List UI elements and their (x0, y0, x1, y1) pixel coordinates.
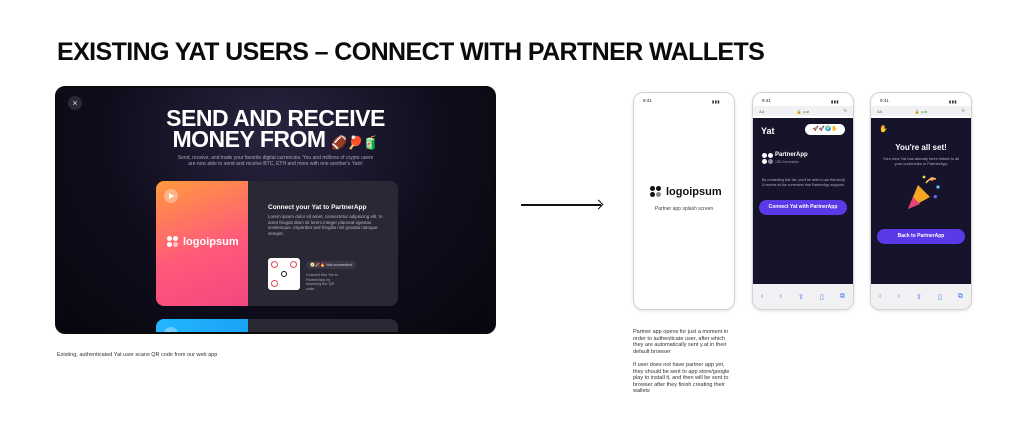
connect-yat-button[interactable]: Connect Yat with PartnerApp (759, 200, 847, 215)
splash-label: Partner app splash screen (654, 206, 714, 212)
phone-connect: 9:41 ▮▮▮ AA 🔒 y.at ↻ Yat 🚀🚀🌍✋ PartnerApp… (752, 92, 854, 310)
status-time: 9:41 (762, 98, 771, 103)
connection-status-badge: 🧭🎉🔥 Not connected (306, 261, 356, 269)
web-caption: Existing, authenticated Yat user scans Q… (57, 352, 218, 358)
share-icon[interactable]: ⇪ (916, 293, 922, 301)
battery-icon: ▮▮▮ (831, 99, 840, 104)
partner-logo-text: logoipsum (183, 236, 239, 248)
success-screen: ✋ You're all set! Your new Yat has alrea… (871, 118, 971, 284)
arrow-right-icon (521, 204, 601, 206)
tabs-icon[interactable]: ⧉ (958, 293, 963, 301)
yat-logo: Yat (761, 126, 775, 136)
hero-line-2: MONEY FROM (172, 126, 327, 152)
party-popper-icon (908, 175, 940, 209)
note-install: If user does not have partner app yet, t… (633, 362, 730, 394)
partner-app-currencies: 136 Currencies (775, 160, 799, 164)
browser-url-bar[interactable]: AA 🔒 y.at ↻ (753, 106, 853, 116)
qr-code[interactable] (268, 258, 300, 290)
back-icon[interactable]: ‹ (879, 293, 881, 300)
tabs-icon[interactable]: ⧉ (840, 293, 845, 301)
connect-screen: Yat 🚀🚀🌍✋ PartnerApp 136 Currencies By co… (753, 118, 853, 284)
splash-logo: logoipsum (650, 186, 722, 198)
partner-card-banner: logoipsum (156, 181, 248, 306)
bookmarks-icon[interactable]: ▯ (938, 293, 942, 301)
partner-logo-icon (762, 153, 774, 165)
back-icon[interactable]: ‹ (761, 293, 763, 300)
status-time: 9:41 (880, 98, 889, 103)
phone-splash: 9:41 ▮▮▮ logoipsum Partner app splash sc… (633, 92, 735, 310)
splash-logo-text: logoipsum (666, 186, 722, 198)
browser-toolbar: ‹ › ⇪ ▯ ⧉ (871, 284, 971, 309)
browser-toolbar: ‹ › ⇪ ▯ ⧉ (753, 284, 853, 309)
card-body: Lorem ipsum dolor sit amet, consectetur … (268, 214, 383, 236)
logo-mark-icon (650, 186, 662, 198)
play-icon[interactable] (164, 327, 178, 332)
partner-card[interactable]: logoipsum Connect your Yat to PartnerApp… (156, 181, 398, 306)
phone-success: 9:41 ▮▮▮ AA 🔒 y.at ↻ ✋ You're all set! Y… (870, 92, 972, 310)
bookmarks-icon[interactable]: ▯ (820, 293, 824, 301)
browser-url-bar[interactable]: AA 🔒 y.at ↻ (871, 106, 971, 116)
back-to-partner-button[interactable]: Back to PartnerApp (877, 229, 965, 244)
url-domain: 🔒 y.at (796, 109, 810, 114)
yat-emoji-handle[interactable]: 🚀🚀🌍✋ (805, 124, 845, 135)
battery-icon: ▮▮▮ (712, 99, 721, 104)
partner-card-next[interactable] (156, 319, 398, 332)
share-icon[interactable]: ⇪ (798, 293, 804, 301)
partner-app-name: PartnerApp (775, 152, 808, 158)
reload-icon[interactable]: ↻ (962, 108, 965, 113)
hero-heading: SEND AND RECEIVE MONEY FROM 🏈🏓🧃 (57, 107, 494, 153)
forward-icon[interactable]: › (780, 293, 782, 300)
qr-caption: Connect this Yat to PartnerApp by scanni… (306, 273, 338, 291)
hero-subtitle: Send, receive, and trade your favorite d… (177, 155, 374, 167)
battery-icon: ▮▮▮ (949, 99, 958, 104)
hero-emojis: 🏈🏓🧃 (331, 135, 379, 150)
logo-mark-icon (167, 236, 179, 248)
page: EXISTING YAT USERS – CONNECT WITH PARTNE… (0, 0, 1024, 428)
hand-icon: ✋ (879, 126, 888, 133)
note-authentication: Partner app opens for just a moment in o… (633, 329, 729, 355)
status-time: 9:41 (643, 98, 652, 103)
url-domain: 🔒 y.at (914, 109, 928, 114)
reload-icon[interactable]: ↻ (844, 108, 847, 113)
play-icon[interactable] (164, 189, 178, 203)
success-description: Your new Yat has already been linked to … (882, 156, 960, 166)
forward-icon[interactable]: › (898, 293, 900, 300)
connect-info-text: By connecting this Yat, you'll be able t… (762, 178, 845, 187)
partner-logo: logoipsum (167, 236, 239, 248)
web-app-panel: × SEND AND RECEIVE MONEY FROM 🏈🏓🧃 Send, … (55, 86, 496, 334)
page-title: EXISTING YAT USERS – CONNECT WITH PARTNE… (57, 38, 765, 66)
card-title: Connect your Yat to PartnerApp (268, 204, 367, 211)
success-heading: You're all set! (895, 143, 947, 152)
